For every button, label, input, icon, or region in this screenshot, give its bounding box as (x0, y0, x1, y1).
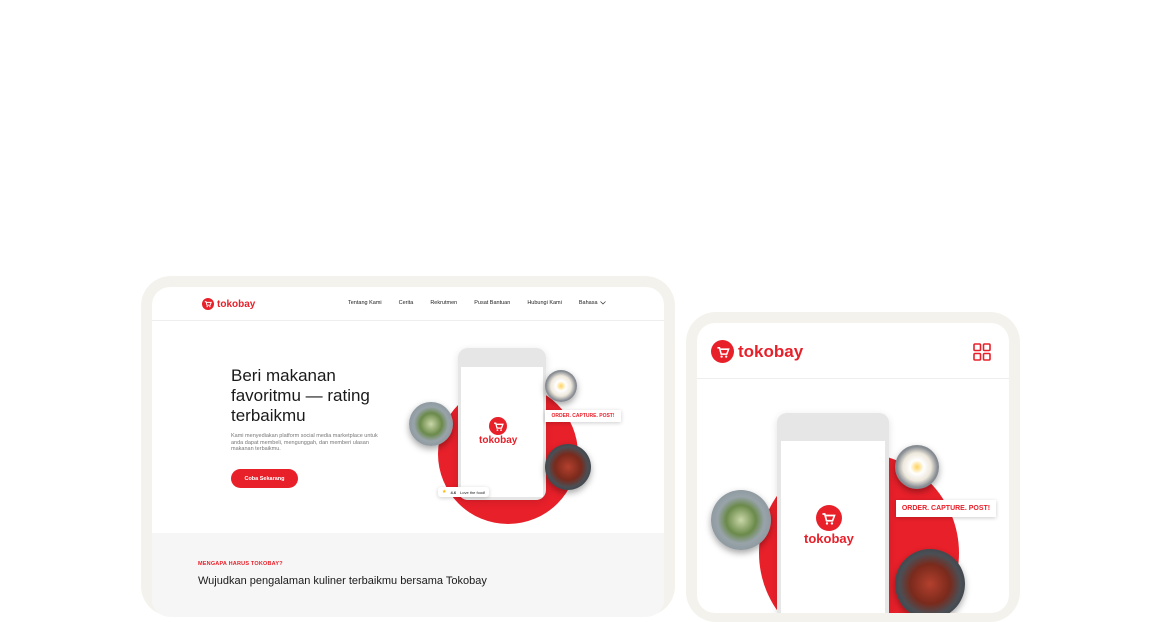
nav-link-hubungi-kami[interactable]: Hubungi Kami (527, 300, 562, 306)
cart-icon (202, 298, 214, 310)
hero-illustration: tokobay ORDER. CAPTURE. POST! ★ 4.6 Love… (407, 345, 627, 524)
cart-icon (711, 340, 734, 363)
nav-link-pusat-bantuan[interactable]: Pusat Bantuan (474, 300, 510, 306)
slogan-tag: ORDER. CAPTURE. POST! (545, 410, 621, 422)
mobile-brand-logo[interactable]: tokobay (711, 340, 803, 363)
mobile-brand-name: tokobay (738, 341, 804, 361)
phone-mockup: tokobay (458, 348, 546, 500)
language-label: Bahasa (578, 300, 598, 306)
desktop-screen: tokobay Tentang Kami Cerita Rekrutmen Pu… (152, 287, 664, 617)
cart-icon (489, 417, 508, 435)
egg-plate-image (545, 370, 577, 402)
nav-link-tentang-kami[interactable]: Tentang Kami (348, 300, 382, 306)
chevron-down-icon (599, 301, 606, 305)
hero-title: Beri makanan favoritmu — rating terbaikm… (231, 366, 370, 425)
meat-plate-image (895, 549, 965, 613)
language-dropdown[interactable]: Bahasa (579, 300, 606, 306)
why-section: MENGAPA HARUS TOKOBAY? Wujudkan pengalam… (152, 533, 664, 617)
hero-description: Kami menyediakan platform social media m… (231, 433, 378, 452)
slogan-tag: ORDER. CAPTURE. POST! (896, 500, 996, 517)
salad-plate-image (711, 490, 771, 550)
egg-plate-image (895, 445, 939, 489)
nav-link-rekrutmen[interactable]: Rekrutmen (430, 300, 457, 306)
grid-menu-icon[interactable] (973, 343, 991, 361)
rating-text: Love the food! (460, 489, 486, 495)
nav-link-cerita[interactable]: Cerita (399, 300, 414, 306)
phone-screen: tokobay (781, 441, 885, 613)
rating-badge: ★ 4.6 Love the food! (438, 487, 490, 497)
nav-links: Tentang Kami Cerita Rekrutmen Pusat Bant… (348, 300, 606, 306)
phone-brand-name: tokobay (479, 435, 518, 446)
mobile-hero-illustration: tokobay ORDER. CAPTURE. POST! (697, 403, 1009, 613)
phone-screen: tokobay (461, 367, 543, 497)
why-eyebrow: MENGAPA HARUS TOKOBAY? (198, 561, 283, 567)
phone-app-logo: tokobay (804, 505, 854, 546)
why-title: Wujudkan pengalaman kuliner terbaikmu be… (198, 575, 487, 587)
brand-name: tokobay (217, 298, 256, 310)
top-navbar: tokobay Tentang Kami Cerita Rekrutmen Pu… (152, 287, 664, 321)
rating-value: 4.6 (450, 489, 457, 495)
mobile-header: tokobay (697, 323, 1009, 379)
mobile-screen: tokobay tokobay ORDER. CAPTURE. POST! (697, 323, 1009, 613)
star-icon: ★ (442, 489, 447, 495)
salad-plate-image (409, 402, 453, 446)
phone-app-logo: tokobay (479, 417, 517, 446)
phone-brand-name: tokobay (804, 531, 854, 546)
meat-plate-image (545, 444, 591, 490)
cart-icon (815, 505, 842, 531)
brand-logo[interactable]: tokobay (202, 298, 255, 310)
phone-mockup: tokobay (777, 413, 889, 613)
try-now-button[interactable]: Coba Sekarang (231, 469, 298, 488)
